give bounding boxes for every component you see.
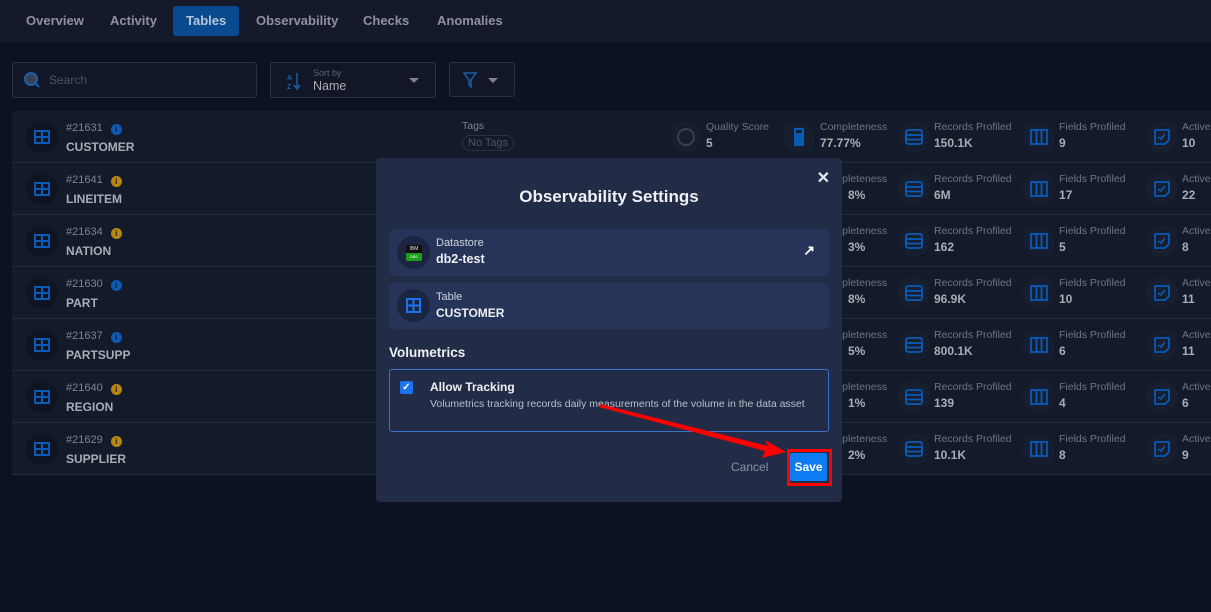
annotation-highlight-box: [787, 449, 832, 486]
annotation-overlay: [599, 404, 832, 486]
annotation-arrow: [599, 404, 786, 458]
